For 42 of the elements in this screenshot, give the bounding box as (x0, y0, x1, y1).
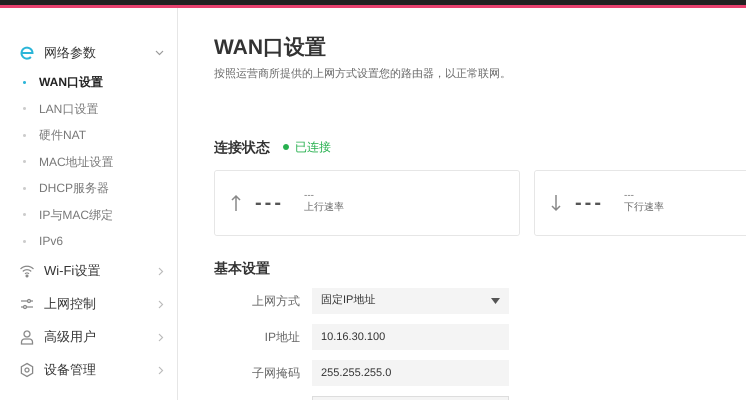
page-description: 按照运营商所提供的上网方式设置您的路由器，以正常联网。 (214, 66, 512, 82)
arrow-down-icon (551, 194, 561, 212)
field-label: 子网掩码 (251, 364, 300, 382)
submenu-item[interactable]: LAN口设置 (0, 96, 177, 122)
submenu-item[interactable]: IPv6 (0, 228, 177, 254)
field-label: IP地址 (264, 328, 300, 346)
speed-label: 下行速率 (624, 201, 664, 215)
input-field[interactable]: 255.255.255.0 (312, 360, 509, 386)
submenu-item[interactable]: DHCP服务器 (0, 175, 177, 202)
speed-unit: --- (624, 190, 635, 201)
e-logo-icon (19, 44, 35, 60)
field-label: 上网方式 (251, 292, 300, 310)
submenu-item[interactable]: 硬件NAT (0, 122, 177, 148)
dropdown-caret-icon (491, 298, 500, 304)
sliders-icon (19, 296, 35, 312)
speed-value: --- (255, 190, 284, 216)
submenu-item[interactable]: MAC地址设置 (0, 148, 177, 175)
submenu-item[interactable]: WAN口设置 (0, 69, 177, 96)
chevron-right-icon (158, 300, 164, 308)
sidebar-item[interactable]: 高级用户 (0, 320, 177, 354)
select-field[interactable]: 固定IP地址 (312, 288, 509, 314)
chevron-right-icon (158, 366, 164, 374)
section-heading: 连接状态 (214, 138, 270, 156)
speed-value: --- (575, 190, 604, 216)
sidebar-item[interactable]: 网络参数 (0, 36, 177, 69)
chevron-right-icon (158, 332, 164, 342)
chevron-right-icon (158, 266, 164, 276)
sidebar-item[interactable]: 上网控制 (0, 288, 177, 320)
input-field[interactable]: 10.16.30.100 (312, 324, 509, 350)
user-icon (19, 329, 35, 345)
section-heading: 基本设置 (214, 258, 271, 278)
submenu-item[interactable]: IP与MAC绑定 (0, 202, 177, 228)
sidebar-item[interactable]: 设备管理 (0, 354, 177, 386)
arrow-up-icon (231, 194, 241, 212)
chevron-down-icon (155, 50, 164, 56)
speed-label: 上行速率 (304, 201, 344, 215)
gear-icon (19, 362, 35, 378)
speed-unit: --- (304, 190, 315, 201)
sidebar-item[interactable]: Wi-Fi设置 (0, 254, 177, 288)
connection-status: 已连接 (295, 139, 331, 156)
wifi-icon (19, 263, 35, 279)
page-title: WAN口设置 (214, 35, 327, 61)
